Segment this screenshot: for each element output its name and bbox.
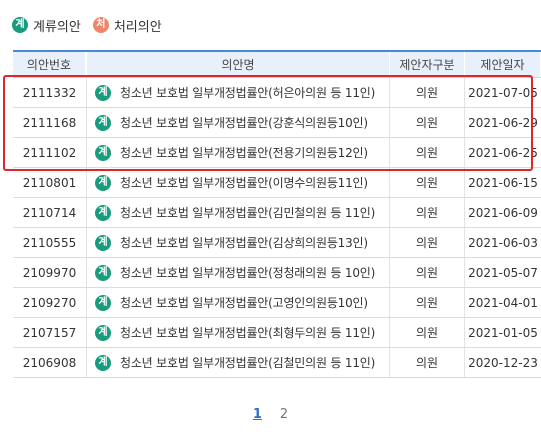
bill-number: 2109970 [22, 265, 77, 280]
bill-title-link[interactable]: 청소년 보호법 일부개정법률안(김민철의원 등 11인) [120, 204, 375, 221]
bill-title-link[interactable]: 청소년 보호법 일부개정법률안(김철민의원 등 11인) [120, 354, 375, 371]
pending-status-icon: 계 [95, 324, 111, 341]
bill-number: 2109270 [22, 295, 77, 310]
table-row: 2107157 계 청소년 보호법 일부개정법률안(최형두의원 등 11인) 의원 20… [13, 318, 541, 348]
legend-pending: 계 계류의안 [12, 16, 81, 35]
bill-title-link[interactable]: 청소년 보호법 일부개정법률안(전용기의원등12인) [120, 144, 368, 161]
bill-name-cell: 계 청소년 보호법 일부개정법률안(이명수의원등11인) [86, 168, 390, 197]
pending-badge-icon: 계 [12, 17, 28, 33]
proposal-date: 2020-12-23 [468, 355, 538, 370]
bill-name-cell: 계 청소년 보호법 일부개정법률안(강훈식의원등10인) [86, 108, 390, 137]
pagination: 1 2 [0, 407, 541, 422]
pending-status-icon: 계 [95, 144, 111, 161]
page-link-2[interactable]: 2 [280, 407, 288, 422]
table-row: 2111332 계 청소년 보호법 일부개정법률안(허은아의원 등 11인) 의원 20… [13, 78, 541, 108]
bill-name-cell: 계 청소년 보호법 일부개정법률안(김민철의원 등 11인) [86, 198, 390, 227]
legend-processed-label: 처리의안 [113, 19, 162, 35]
bill-number: 2106908 [22, 355, 77, 370]
table-row: 2110801 계 청소년 보호법 일부개정법률안(이명수의원등11인) 의원 2021… [13, 168, 541, 198]
bill-title-link[interactable]: 청소년 보호법 일부개정법률안(이명수의원등11인) [120, 174, 368, 191]
bill-name-cell: 계 청소년 보호법 일부개정법률안(전용기의원등12인) [86, 138, 390, 167]
bill-name-cell: 계 청소년 보호법 일부개정법률안(허은아의원 등 11인) [86, 78, 390, 107]
table-row: 2109970 계 청소년 보호법 일부개정법률안(정청래의원 등 10인) 의원 20… [13, 258, 541, 288]
bill-title-link[interactable]: 청소년 보호법 일부개정법률안(허은아의원 등 11인) [120, 84, 375, 101]
bill-number: 2110801 [22, 175, 77, 190]
proposer-type: 의원 [390, 198, 465, 227]
bill-number: 2110714 [22, 205, 77, 220]
bill-name-cell: 계 청소년 보호법 일부개정법률안(김상희의원등13인) [86, 228, 390, 257]
pending-status-icon: 계 [95, 114, 111, 131]
bill-table: 의안번호 의안명 제안자구분 제안일자 2111332 계 청소년 보호법 일부개정… [13, 50, 541, 378]
bill-name-cell: 계 청소년 보호법 일부개정법률안(고영인의원등10인) [86, 288, 390, 317]
bill-title-link[interactable]: 청소년 보호법 일부개정법률안(김상희의원등13인) [120, 234, 368, 251]
proposal-date: 2021-06-09 [468, 205, 538, 220]
header-bill-name: 의안명 [86, 52, 390, 77]
legend-processed: 처 처리의안 [92, 16, 162, 35]
table-row: 2111102 계 청소년 보호법 일부개정법률안(전용기의원등12인) 의원 2021… [13, 138, 541, 168]
processed-badge-icon: 처 [92, 17, 109, 33]
proposer-type: 의원 [390, 168, 465, 197]
status-legend: 계 계류의안 처 처리의안 [12, 14, 174, 36]
proposer-type: 의원 [390, 288, 465, 317]
pending-status-icon: 계 [95, 234, 111, 251]
bill-name-cell: 계 청소년 보호법 일부개정법률안(김철민의원 등 11인) [86, 348, 390, 377]
bill-name-cell: 계 청소년 보호법 일부개정법률안(최형두의원 등 11인) [86, 318, 390, 347]
proposal-date: 2021-07-05 [468, 85, 538, 100]
table-row: 2110714 계 청소년 보호법 일부개정법률안(김민철의원 등 11인) 의원 20… [13, 198, 541, 228]
table-row: 2110555 계 청소년 보호법 일부개정법률안(김상희의원등13인) 의원 2021… [13, 228, 541, 258]
proposer-type: 의원 [390, 138, 465, 167]
bill-title-link[interactable]: 청소년 보호법 일부개정법률안(강훈식의원등10인) [120, 114, 368, 131]
proposal-date: 2021-04-01 [468, 295, 538, 310]
proposal-date: 2021-06-15 [468, 175, 538, 190]
bill-number: 2107157 [22, 325, 77, 340]
pending-status-icon: 계 [95, 84, 111, 101]
header-bill-number: 의안번호 [13, 52, 86, 77]
page-link-1[interactable]: 1 [253, 407, 262, 422]
table-row: 2106908 계 청소년 보호법 일부개정법률안(김철민의원 등 11인) 의원 20… [13, 348, 541, 378]
proposer-type: 의원 [390, 78, 465, 107]
table-row: 2109270 계 청소년 보호법 일부개정법률안(고영인의원등10인) 의원 2021… [13, 288, 541, 318]
bill-title-link[interactable]: 청소년 보호법 일부개정법률안(정청래의원 등 10인) [120, 264, 375, 281]
pending-status-icon: 계 [95, 174, 111, 191]
table-header: 의안번호 의안명 제안자구분 제안일자 [13, 52, 541, 78]
table-row: 2111168 계 청소년 보호법 일부개정법률안(강훈식의원등10인) 의원 2021… [13, 108, 541, 138]
proposal-date: 2021-06-03 [468, 235, 538, 250]
bill-number: 2111102 [22, 145, 77, 160]
bill-number: 2110555 [22, 235, 77, 250]
proposer-type: 의원 [390, 108, 465, 137]
bill-title-link[interactable]: 청소년 보호법 일부개정법률안(최형두의원 등 11인) [120, 324, 375, 341]
bill-title-link[interactable]: 청소년 보호법 일부개정법률안(고영인의원등10인) [120, 294, 368, 311]
pending-status-icon: 계 [95, 204, 111, 221]
bill-number: 2111332 [22, 85, 77, 100]
legend-pending-label: 계류의안 [33, 19, 81, 35]
proposal-date: 2021-06-25 [468, 145, 538, 160]
proposer-type: 의원 [390, 348, 465, 377]
proposer-type: 의원 [390, 258, 465, 287]
bill-number: 2111168 [22, 115, 77, 130]
proposal-date: 2021-05-07 [468, 265, 538, 280]
pending-status-icon: 계 [95, 354, 111, 371]
proposal-date: 2021-06-29 [468, 115, 538, 130]
pending-status-icon: 계 [95, 264, 111, 281]
proposer-type: 의원 [390, 228, 465, 257]
bill-name-cell: 계 청소년 보호법 일부개정법률안(정청래의원 등 10인) [86, 258, 390, 287]
proposer-type: 의원 [390, 318, 465, 347]
header-proposal-date: 제안일자 [465, 52, 541, 77]
proposal-date: 2021-01-05 [468, 325, 538, 340]
pending-status-icon: 계 [95, 294, 111, 311]
header-proposer-type: 제안자구분 [390, 52, 465, 77]
